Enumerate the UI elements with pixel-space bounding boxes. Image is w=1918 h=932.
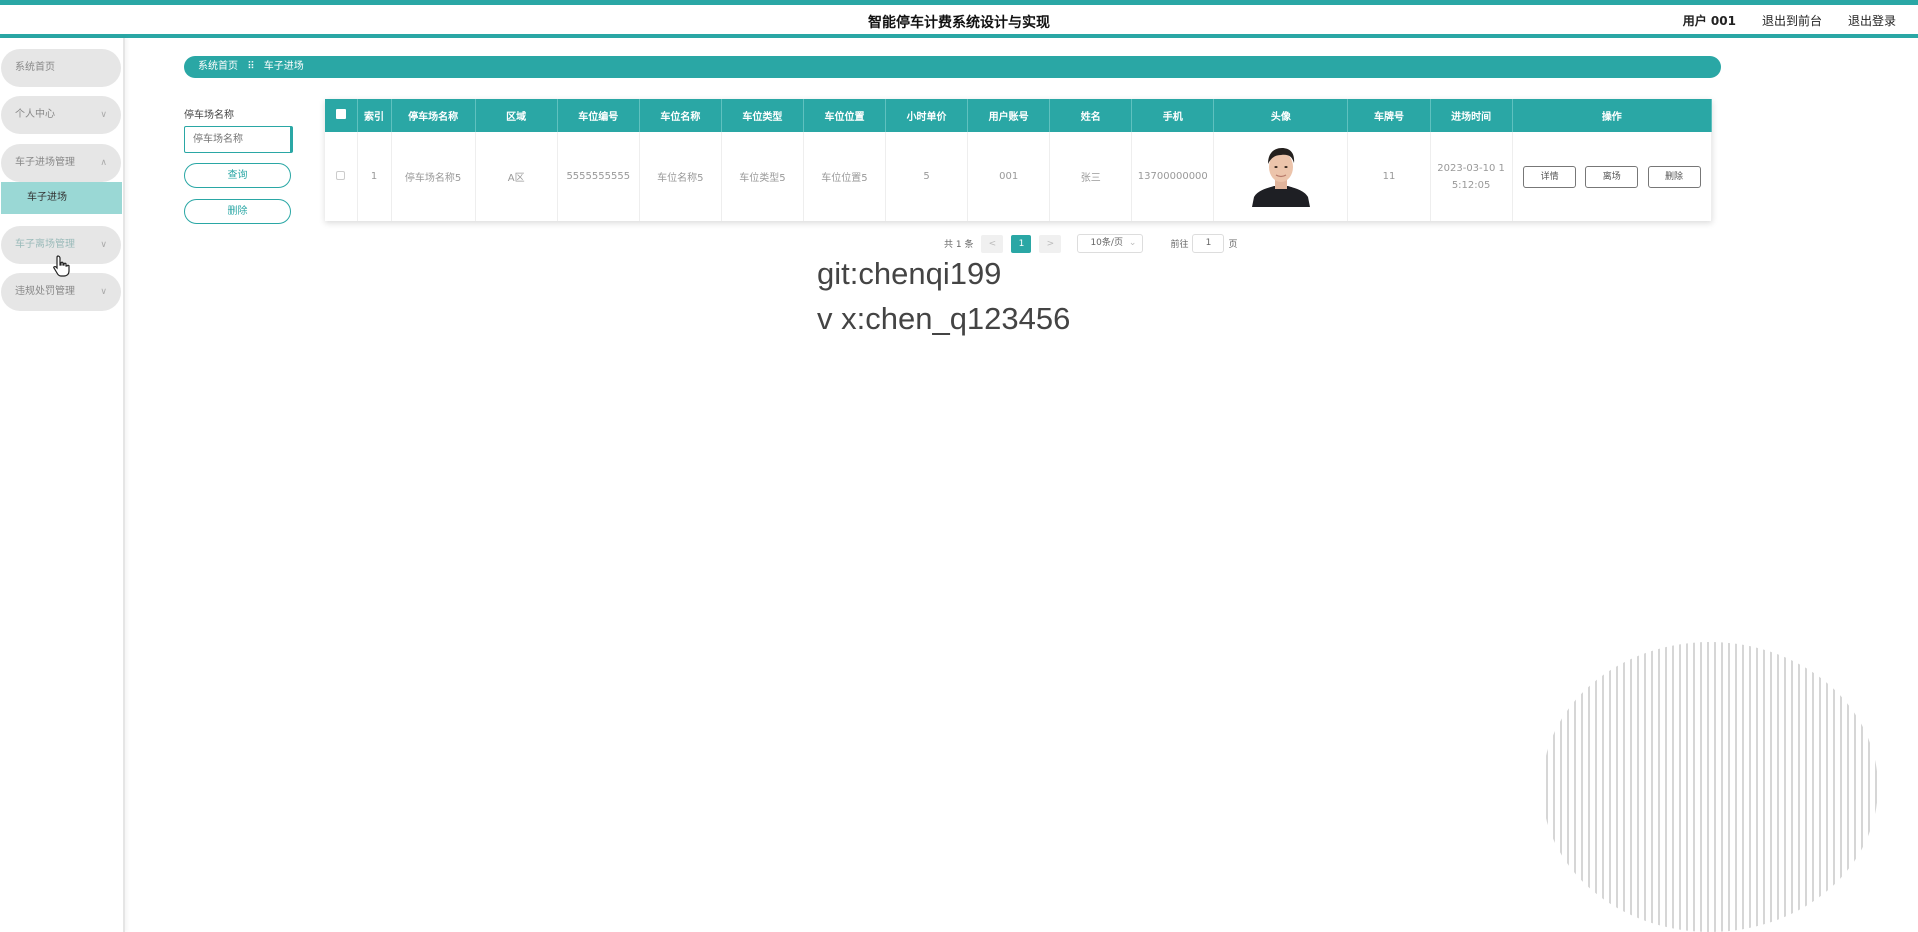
cell-name: 张三 bbox=[1049, 132, 1133, 221]
sidebar-item-label: 个人中心 bbox=[15, 109, 55, 120]
table-header-row: 索引 停车场名称 区域 车位编号 车位名称 车位类型 车位位置 小时单价 用户账… bbox=[325, 99, 1713, 132]
pagination: 共 1 条 < 1 > 10条/页 ⌄ 前往 1 页 bbox=[944, 234, 1237, 253]
sidebar-item-car-entry[interactable]: 车子进场 bbox=[1, 182, 122, 214]
column-header: 操作 bbox=[1512, 99, 1713, 132]
lot-name-search-input[interactable] bbox=[184, 126, 293, 153]
page-size-select[interactable]: 10条/页 ⌄ bbox=[1077, 234, 1144, 253]
column-header: 停车场名称 bbox=[391, 99, 476, 132]
sidebar-item-label: 车子进场 bbox=[27, 192, 67, 203]
cell-space-type: 车位类型5 bbox=[721, 132, 804, 221]
sidebar-item-personal-center[interactable]: 个人中心 ∨ bbox=[1, 96, 121, 134]
sidebar-item-label: 违规处罚管理 bbox=[15, 286, 75, 297]
cell-hourly-price: 5 bbox=[885, 132, 969, 221]
chevron-down-icon: ∨ bbox=[100, 110, 107, 120]
sidebar-item-label: 车子进场管理 bbox=[15, 157, 75, 168]
bulk-delete-button[interactable]: 删除 bbox=[184, 199, 291, 224]
goto-unit: 页 bbox=[1228, 240, 1238, 250]
sidebar-item-home[interactable]: 系统首页 bbox=[1, 49, 121, 87]
breadcrumb-separator-icon: ⠿ bbox=[247, 61, 255, 72]
column-header: 车位位置 bbox=[803, 99, 887, 132]
select-all-checkbox[interactable] bbox=[325, 99, 358, 132]
column-header: 用户账号 bbox=[967, 99, 1051, 132]
cell-space-location: 车位位置5 bbox=[803, 132, 887, 221]
cell-space-name: 车位名称5 bbox=[639, 132, 722, 221]
entry-time-line2: 5:12:05 bbox=[1451, 179, 1491, 191]
column-header: 小时单价 bbox=[885, 99, 969, 132]
sidebar-item-label: 系统首页 bbox=[15, 62, 55, 73]
watermark-line2: v x:chen_q123456 bbox=[817, 301, 1071, 336]
column-header: 车牌号 bbox=[1347, 99, 1431, 132]
pagination-total: 共 1 条 bbox=[944, 240, 974, 250]
chevron-down-icon: ∨ bbox=[100, 240, 107, 250]
cell-actions: 详情 离场 删除 bbox=[1512, 132, 1713, 221]
sidebar-item-entry-management[interactable]: 车子进场管理 ∧ bbox=[1, 144, 121, 182]
sidebar-item-violation-management[interactable]: 违规处罚管理 ∨ bbox=[1, 273, 121, 311]
cell-lot-name: 停车场名称5 bbox=[391, 132, 476, 221]
query-button[interactable]: 查询 bbox=[184, 163, 291, 188]
search-label: 停车场名称 bbox=[184, 110, 234, 121]
detail-button[interactable]: 详情 bbox=[1523, 165, 1577, 188]
column-header: 车位编号 bbox=[557, 99, 640, 132]
data-table: 索引 停车场名称 区域 车位编号 车位名称 车位类型 车位位置 小时单价 用户账… bbox=[325, 99, 1713, 221]
cell-space-no: 5555555555 bbox=[557, 132, 640, 221]
app-title: 智能停车计费系统设计与实现 bbox=[868, 15, 1050, 31]
chevron-down-icon: ∨ bbox=[100, 287, 107, 297]
chevron-up-icon: ∧ bbox=[100, 158, 107, 168]
to-frontend-link[interactable]: 退出到前台 bbox=[1762, 12, 1822, 29]
cell-plate: 11 bbox=[1347, 132, 1431, 221]
row-delete-button[interactable]: 删除 bbox=[1647, 165, 1701, 188]
page-size-value: 10条/页 bbox=[1090, 238, 1123, 248]
leave-button[interactable]: 离场 bbox=[1585, 165, 1639, 188]
breadcrumb-home[interactable]: 系统首页 bbox=[198, 61, 238, 72]
cell-entry-time: 2023-03-10 1 5:12:05 bbox=[1430, 132, 1513, 221]
cell-index: 1 bbox=[357, 132, 392, 221]
row-checkbox[interactable] bbox=[325, 132, 358, 221]
watermark-line1: git:chenqi199 bbox=[817, 256, 1002, 291]
next-page-button[interactable]: > bbox=[1039, 234, 1062, 253]
hand-cursor-icon bbox=[53, 255, 70, 277]
prev-page-button[interactable]: < bbox=[981, 234, 1004, 253]
current-user[interactable]: 用户 001 bbox=[1683, 12, 1736, 29]
top-links: 用户 001 退出到前台 退出登录 bbox=[1683, 12, 1896, 29]
breadcrumb-current: 车子进场 bbox=[263, 61, 304, 72]
decorative-striped-circle bbox=[1546, 642, 1877, 932]
chevron-down-icon: ⌄ bbox=[1128, 238, 1137, 248]
column-header: 区域 bbox=[475, 99, 558, 132]
sidebar: 系统首页 个人中心 ∨ 车子进场管理 ∧ 车子进场 车子离场管理 ∨ 违规处罚管… bbox=[0, 38, 125, 932]
top-bar: 智能停车计费系统设计与实现 用户 001 退出到前台 退出登录 bbox=[0, 0, 1918, 38]
page-number-button[interactable]: 1 bbox=[1011, 234, 1032, 253]
avatar bbox=[1249, 143, 1312, 207]
sidebar-item-label: 车子离场管理 bbox=[15, 239, 75, 250]
goto-page-input[interactable]: 1 bbox=[1192, 234, 1225, 253]
column-header: 姓名 bbox=[1049, 99, 1133, 132]
cell-area: A区 bbox=[475, 132, 558, 221]
breadcrumb: 系统首页 ⠿ 车子进场 bbox=[184, 56, 1721, 78]
cell-phone: 13700000000 bbox=[1131, 132, 1215, 221]
column-header: 手机 bbox=[1131, 99, 1215, 132]
column-header: 进场时间 bbox=[1430, 99, 1513, 132]
column-header: 车位名称 bbox=[639, 99, 722, 132]
column-header: 车位类型 bbox=[721, 99, 804, 132]
column-header: 头像 bbox=[1213, 99, 1349, 132]
entry-time-line1: 2023-03-10 1 bbox=[1437, 162, 1505, 174]
logout-link[interactable]: 退出登录 bbox=[1848, 12, 1896, 29]
cell-avatar bbox=[1213, 132, 1349, 221]
goto-label: 前往 bbox=[1170, 240, 1189, 250]
cell-account: 001 bbox=[967, 132, 1051, 221]
column-header: 索引 bbox=[357, 99, 392, 132]
table-row: 1 停车场名称5 A区 5555555555 车位名称5 车位类型5 车位位置5… bbox=[325, 132, 1713, 221]
